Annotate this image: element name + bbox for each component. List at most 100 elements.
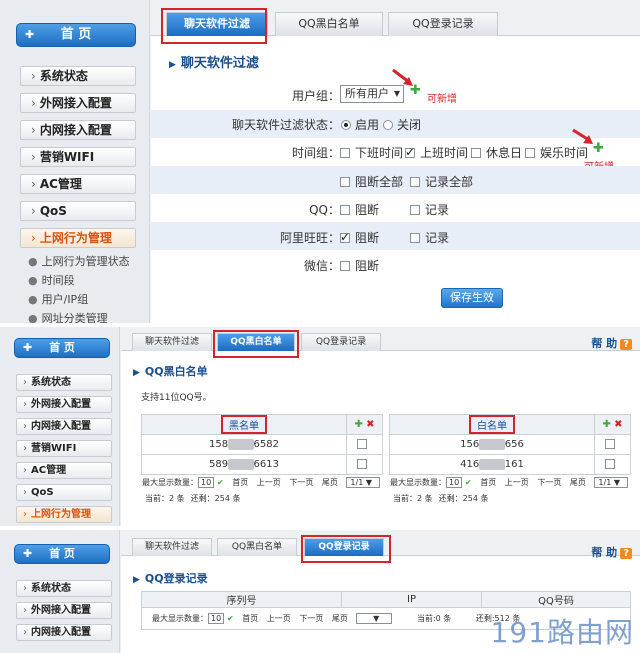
chevron-right-icon: ›	[31, 123, 36, 137]
tab-chat-filter[interactable]: 聊天软件过滤	[166, 12, 268, 36]
triangle-icon: ▶	[133, 575, 140, 585]
last-page-link[interactable]: 尾页	[322, 478, 338, 487]
sidebar-item-label: 外网接入配置	[39, 96, 112, 110]
help-button[interactable]: 帮 助?	[591, 335, 632, 351]
confirm-check-icon[interactable]: ✔	[214, 478, 224, 487]
chevron-right-icon: ›	[23, 605, 27, 616]
tab-chat-filter[interactable]: 聊天软件过滤	[132, 538, 212, 556]
next-page-link[interactable]: 下一页	[537, 478, 561, 487]
max-display-input[interactable]: 10	[198, 477, 215, 488]
user-group-label: 用户组：	[291, 89, 340, 103]
page-select[interactable]: ▼	[356, 613, 393, 624]
time-offwork-checkbox[interactable]: 下班时间	[340, 144, 403, 161]
row-checkbox[interactable]	[605, 458, 615, 469]
block-all-checkbox[interactable]: 阻断全部	[340, 173, 403, 190]
sidebar-item-behavior[interactable]: › 上网行为管理	[20, 228, 136, 248]
tab-chat-filter[interactable]: 聊天软件过滤	[132, 333, 212, 351]
tab-qq-loginlog[interactable]: QQ登录记录	[388, 12, 498, 36]
add-icon[interactable]: ✚	[603, 419, 611, 430]
sidebar-item-wan[interactable]: › 外网接入配置	[20, 93, 136, 113]
home-button[interactable]: ✚ 首 页	[14, 544, 110, 564]
sidebar-item-wan[interactable]: › 外网接入配置	[16, 602, 112, 619]
sidebar-sub-behavior-status[interactable]: ● 上网行为管理状态	[28, 253, 130, 269]
sidebar-item-ac[interactable]: › AC管理	[16, 462, 112, 479]
qq-block-checkbox[interactable]: 阻断	[340, 201, 379, 218]
disable-radio[interactable]: 关闭	[383, 116, 421, 133]
add-icon[interactable]: ✚	[355, 419, 363, 430]
sidebar-sub-label: 时间段	[41, 274, 75, 287]
app-label: 阿里旺旺：	[279, 231, 340, 245]
chevron-right-icon: ›	[31, 204, 36, 218]
home-button[interactable]: ✚ 首 页	[16, 23, 136, 47]
sidebar-sub-time[interactable]: ● 时间段	[28, 272, 75, 288]
prev-page-link[interactable]: 上一页	[267, 614, 291, 623]
checkbox-icon	[340, 205, 350, 215]
sidebar-sub-usergroup[interactable]: ● 用户/IP组	[28, 291, 88, 307]
sidebar: ✚ 首 页 › 系统状态 › 外网接入配置 › 内网接入配置	[0, 530, 120, 653]
sidebar-item-system-status[interactable]: › 系统状态	[16, 580, 112, 597]
section-title: ▶ QQ登录记录	[133, 572, 208, 585]
section-title: ▶ QQ黑白名单	[133, 365, 208, 378]
qq-record-checkbox[interactable]: 记录	[410, 201, 449, 218]
tab-qq-blackwhite[interactable]: QQ黑白名单	[217, 333, 295, 351]
first-page-link[interactable]: 首页	[232, 478, 248, 487]
tab-qq-blackwhite[interactable]: QQ黑白名单	[217, 538, 297, 556]
sidebar-item-lan[interactable]: › 内网接入配置	[16, 418, 112, 435]
chevron-right-icon: ›	[23, 487, 27, 498]
tab-qq-loginlog[interactable]: QQ登录记录	[304, 538, 384, 556]
enable-radio[interactable]: 启用	[341, 116, 379, 133]
prev-page-link[interactable]: 上一页	[257, 478, 281, 487]
wechat-block-checkbox[interactable]: 阻断	[340, 257, 379, 274]
sidebar-item-wifi[interactable]: › 营销WIFI	[20, 147, 136, 167]
row-checkbox[interactable]	[357, 438, 367, 449]
sidebar-item-system-status[interactable]: › 系统状态	[16, 374, 112, 391]
wangwang-record-checkbox[interactable]: 记录	[410, 229, 449, 246]
blacklist-count: 当前：2 条还剩：254 条	[145, 494, 241, 503]
sidebar-item-ac[interactable]: › AC管理	[20, 174, 136, 194]
sidebar-item-wan[interactable]: › 外网接入配置	[16, 396, 112, 413]
wangwang-block-checkbox[interactable]: 阻断	[340, 229, 379, 246]
sidebar-item-lan[interactable]: › 内网接入配置	[20, 120, 136, 140]
next-page-link[interactable]: 下一页	[299, 614, 323, 623]
chevron-right-icon: ›	[31, 177, 36, 191]
sidebar-item-qos[interactable]: › QoS	[16, 484, 112, 501]
prev-page-link[interactable]: 上一页	[505, 478, 529, 487]
page-select[interactable]: 1/1 ▼	[346, 477, 381, 488]
sidebar-item-behavior[interactable]: › 上网行为管理	[16, 506, 112, 523]
sidebar-item-wifi[interactable]: › 营销WIFI	[16, 440, 112, 457]
row-checkbox[interactable]	[605, 438, 615, 449]
add-user-group-icon[interactable]: ✚	[410, 83, 421, 98]
record-all-checkbox[interactable]: 记录全部	[410, 173, 473, 190]
delete-icon[interactable]: ✖	[366, 419, 374, 430]
tab-qq-loginlog[interactable]: QQ登录记录	[301, 333, 381, 351]
qq-loginlog-panel: ✚ 首 页 › 系统状态 › 外网接入配置 › 内网接入配置 聊天软件过滤 QQ黑白名…	[0, 530, 640, 653]
confirm-check-icon[interactable]: ✔	[462, 478, 472, 487]
filter-status-label: 聊天软件过滤状态：	[231, 118, 340, 132]
max-display-input[interactable]: 10	[446, 477, 463, 488]
sidebar-item-lan[interactable]: › 内网接入配置	[16, 624, 112, 641]
sidebar-sub-url-class[interactable]: ● 网址分类管理	[28, 310, 108, 323]
save-button[interactable]: 保存生效	[441, 288, 503, 308]
chevron-right-icon: ›	[31, 231, 36, 245]
home-button[interactable]: ✚ 首 页	[14, 338, 110, 358]
row-checkbox[interactable]	[357, 458, 367, 469]
add-time-group-icon[interactable]: ✚	[593, 141, 604, 156]
max-display-input[interactable]: 10	[208, 613, 225, 624]
time-rest-checkbox[interactable]: 休息日	[471, 144, 522, 161]
time-work-checkbox[interactable]: 上班时间	[405, 144, 468, 161]
help-button[interactable]: 帮 助?	[591, 544, 632, 560]
page-select[interactable]: 1/1 ▼	[594, 477, 629, 488]
sidebar-item-qos[interactable]: › QoS	[20, 201, 136, 221]
tab-qq-blackwhite[interactable]: QQ黑白名单	[275, 12, 383, 36]
chevron-right-icon: ›	[31, 150, 36, 164]
blacklist-table: 黑名单 ✚ ✖ 15800006582 58900006613	[141, 414, 383, 475]
next-page-link[interactable]: 下一页	[289, 478, 313, 487]
first-page-link[interactable]: 首页	[480, 478, 496, 487]
chevron-right-icon: ›	[31, 96, 36, 110]
confirm-check-icon[interactable]: ✔	[224, 614, 234, 623]
first-page-link[interactable]: 首页	[242, 614, 258, 623]
sidebar-item-system-status[interactable]: › 系统状态	[20, 66, 136, 86]
delete-icon[interactable]: ✖	[614, 419, 622, 430]
last-page-link[interactable]: 尾页	[332, 614, 348, 623]
last-page-link[interactable]: 尾页	[570, 478, 586, 487]
